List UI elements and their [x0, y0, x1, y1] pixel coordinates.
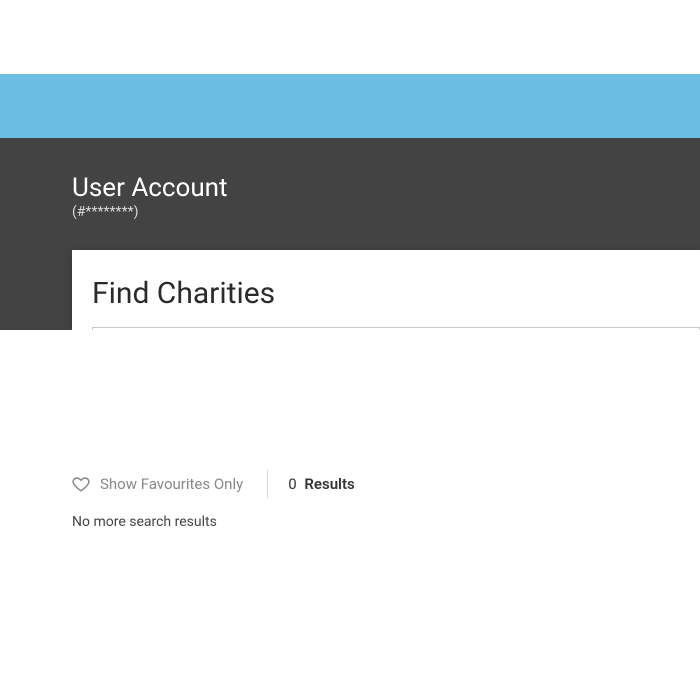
results-count: 0 Results: [268, 475, 355, 493]
no-more-results-message: No more search results: [72, 514, 217, 530]
results-number: 0: [288, 475, 296, 493]
card-title: Find Charities: [92, 276, 700, 311]
banner-bar: [0, 74, 700, 138]
heart-icon: [72, 475, 90, 493]
show-favourites-toggle[interactable]: Show Favourites Only: [72, 475, 267, 493]
favourites-label: Show Favourites Only: [100, 475, 243, 493]
account-title: User Account: [72, 174, 700, 203]
top-spacer: [0, 0, 700, 74]
account-id: (#********): [72, 204, 700, 220]
results-label: Results: [304, 475, 354, 493]
